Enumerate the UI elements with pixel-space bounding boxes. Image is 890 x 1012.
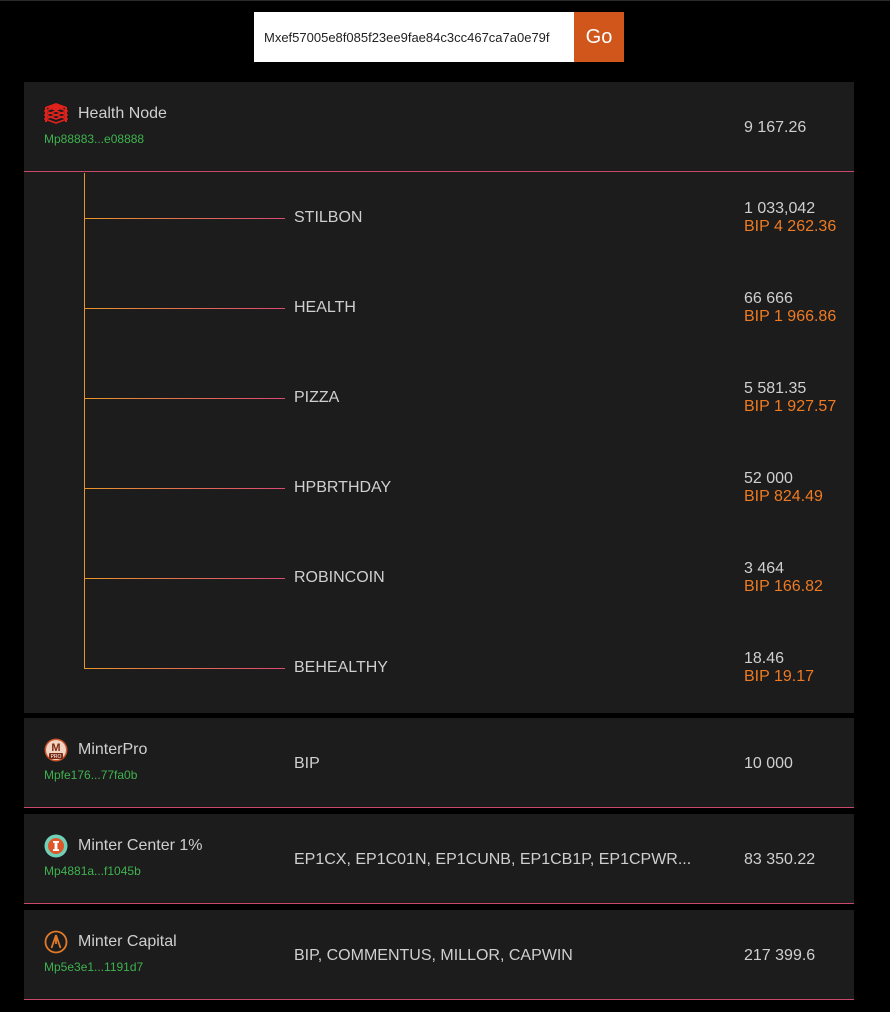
validator-card-minter-capital[interactable]: Minter Capital Mp5e3e1...1191d7 BIP, COM… xyxy=(24,910,854,1000)
tree-branch xyxy=(85,218,285,219)
validator-amount: 217 399.6 xyxy=(744,947,816,964)
health-node-logo-icon xyxy=(44,103,68,124)
top-border xyxy=(0,0,890,1)
validator-address[interactable]: Mp5e3e1...1191d7 xyxy=(44,960,143,974)
validator-header[interactable]: Health Node Mp88883...e08888 9 167.26 xyxy=(24,82,854,172)
validator-name: Health Node xyxy=(78,105,167,122)
address-search: Go xyxy=(254,12,624,62)
minterpro-logo-icon: M PRO xyxy=(44,738,68,762)
coin-amount: 5 581.35 xyxy=(744,380,807,397)
validator-amount: 83 350.22 xyxy=(744,851,816,868)
coin-amount: 1 033,042 xyxy=(744,200,816,217)
tree-branch xyxy=(85,308,285,309)
validator-coins: BIP xyxy=(294,755,320,772)
coin-amount: 18.46 xyxy=(744,650,785,667)
coin-symbol: HEALTH xyxy=(294,299,356,316)
validator-coins: EP1CX, EP1C01N, EP1CUNB, EP1CB1P, EP1CPW… xyxy=(294,851,692,868)
coin-symbol: ROBINCOIN xyxy=(294,569,385,586)
coin-symbol: BEHEALTHY xyxy=(294,659,388,676)
coin-amount: 66 666 xyxy=(744,290,793,307)
go-button[interactable]: Go xyxy=(574,12,624,62)
coin-bip-value: BIP 19.17 xyxy=(744,668,814,685)
validator-card-health-node: Health Node Mp88883...e08888 9 167.26 ST… xyxy=(24,82,854,713)
tree-branch xyxy=(85,488,285,489)
svg-text:M: M xyxy=(51,742,60,754)
coin-amount: 52 000 xyxy=(744,470,793,487)
coin-bip-value: BIP 1 927.57 xyxy=(744,398,837,415)
coin-bip-value: BIP 1 966.86 xyxy=(744,308,837,325)
validator-name: Minter Capital xyxy=(78,933,177,950)
tree-trunk xyxy=(84,173,85,669)
tree-branch xyxy=(85,668,285,669)
validator-name: Minter Center 1% xyxy=(78,837,203,854)
validator-amount: 10 000 xyxy=(744,755,793,772)
validator-card-minterpro[interactable]: M PRO MinterPro Mpfe176...77fa0b BIP 10 … xyxy=(24,718,854,808)
tree-branch xyxy=(85,578,285,579)
minter-capital-logo-icon xyxy=(44,930,68,954)
coin-bip-value: BIP 4 262.36 xyxy=(744,218,837,235)
coin-symbol: STILBON xyxy=(294,209,363,226)
coin-amount: 3 464 xyxy=(744,560,785,577)
validator-address[interactable]: Mpfe176...77fa0b xyxy=(44,768,137,782)
validator-card-minter-center[interactable]: Minter Center 1% Mp4881a...f1045b EP1CX,… xyxy=(24,814,854,904)
address-search-input[interactable] xyxy=(254,12,574,62)
validator-name: MinterPro xyxy=(78,741,148,758)
minter-center-logo-icon xyxy=(44,834,68,858)
coin-symbol: PIZZA xyxy=(294,389,340,406)
validator-address[interactable]: Mp4881a...f1045b xyxy=(44,864,141,878)
tree-branch xyxy=(85,398,285,399)
coin-symbol: HPBRTHDAY xyxy=(294,479,392,496)
validator-amount: 9 167.26 xyxy=(744,119,807,136)
coin-bip-value: BIP 166.82 xyxy=(744,578,823,595)
validator-coins: BIP, COMMENTUS, MILLOR, CAPWIN xyxy=(294,947,573,964)
svg-text:PRO: PRO xyxy=(51,754,62,760)
coin-bip-value: BIP 824.49 xyxy=(744,488,823,505)
validator-address[interactable]: Mp88883...e08888 xyxy=(44,132,144,146)
